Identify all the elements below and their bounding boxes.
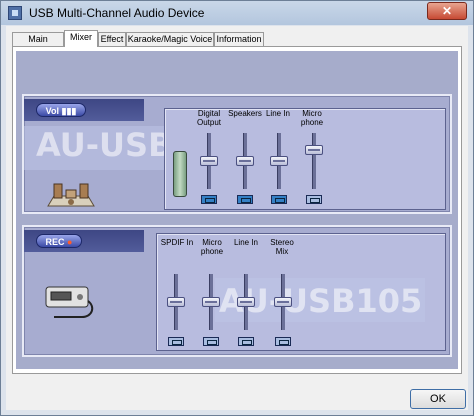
record-label-text: REC [45,237,65,247]
tab-effect[interactable]: Effect [98,32,126,47]
slider-thumb[interactable] [200,156,218,166]
mixer-tab-page: Vol ▮▮▮ AU-USB105 Digital Output Speaker… [12,46,462,374]
record-volume-slider[interactable] [237,274,255,330]
tab-information[interactable]: Information [214,32,264,47]
record-select-toggle[interactable] [238,337,254,346]
record-mixer-panel: AU-USB105 SPDIF In Micro phone Line In S… [156,233,446,351]
playback-channel-label: Digital Output [196,109,221,127]
playback-channel-label: Micro phone [300,109,324,127]
slider-thumb[interactable] [305,145,323,155]
speaker-icon [47,183,95,207]
slider-thumb[interactable] [274,297,292,307]
slider-thumb[interactable] [270,156,288,166]
playback-group: Vol ▮▮▮ AU-USB105 Digital Output Speaker… [22,94,452,214]
app-window: USB Multi-Channel Audio Device ✕ Main Se… [0,0,474,416]
slider-thumb[interactable] [167,297,185,307]
playback-mute-toggle[interactable] [237,195,253,204]
window-title: USB Multi-Channel Audio Device [29,6,205,20]
playback-volume-slider[interactable] [236,133,254,189]
record-label: REC ● [36,234,82,248]
record-dot-icon: ● [64,237,73,247]
record-volume-slider[interactable] [167,274,185,330]
playback-volume-slider[interactable] [305,133,323,189]
dialog-client: Main Setting Mixer Effect Karaoke/Magic … [6,26,468,410]
playback-volume-slider[interactable] [200,133,218,189]
playback-mute-toggle[interactable] [201,195,217,204]
playback-volume-label: Vol ▮▮▮ [36,103,86,117]
tab-karaoke-magic-voice[interactable]: Karaoke/Magic Voice [126,32,214,47]
playback-channel-label: Speakers [228,109,262,118]
record-select-toggle[interactable] [168,337,184,346]
slider-thumb[interactable] [202,297,220,307]
record-select-toggle[interactable] [275,337,291,346]
tab-mixer[interactable]: Mixer [64,30,98,47]
slider-thumb[interactable] [237,297,255,307]
playback-volume-slider[interactable] [270,133,288,189]
close-button[interactable]: ✕ [427,2,467,20]
record-volume-slider[interactable] [274,274,292,330]
recorder-device-icon [45,286,94,318]
playback-channel-label: Line In [265,109,291,118]
record-channel-label: SPDIF In [160,238,194,247]
slider-track [312,133,316,189]
volume-bars-icon: ▮▮▮ [58,106,77,116]
tab-main-setting[interactable]: Main Setting [12,32,64,57]
record-volume-slider[interactable] [202,274,220,330]
volume-level-meter [173,151,187,197]
record-select-toggle[interactable] [203,337,219,346]
record-channel-label: Stereo Mix [270,238,294,256]
record-group: REC ● AU-USB105 SPDIF In Micro phone Lin… [22,225,452,357]
playback-mute-toggle[interactable] [306,195,322,204]
slider-thumb[interactable] [236,156,254,166]
app-icon [8,6,22,20]
title-bar[interactable]: USB Multi-Channel Audio Device ✕ [1,1,473,25]
ok-button[interactable]: OK [410,389,466,409]
playback-mute-toggle[interactable] [271,195,287,204]
playback-mixer-panel: Digital Output Speakers Line In Micro ph… [164,108,446,210]
record-channel-label: Micro phone [200,238,224,256]
record-channel-label: Line In [233,238,259,247]
playback-label-text: Vol [45,106,59,116]
